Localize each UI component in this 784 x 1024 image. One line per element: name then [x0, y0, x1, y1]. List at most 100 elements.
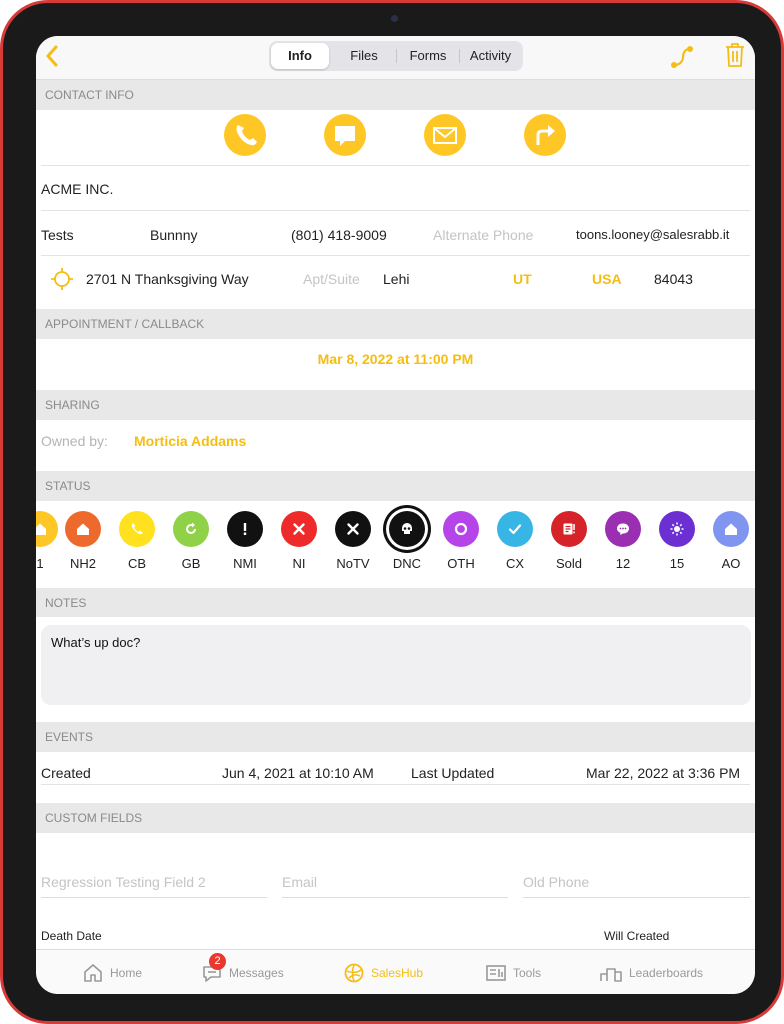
call-button[interactable] [224, 114, 266, 156]
status-label: AO [721, 556, 741, 571]
email-field[interactable]: toons.looney@salesrabb.it [576, 227, 729, 242]
tab-home[interactable]: Home [82, 951, 142, 994]
tab-leaderboards[interactable]: Leaderboards [599, 951, 703, 994]
email-button[interactable] [424, 114, 466, 156]
status-picker: 1 NH2 CB GB NMI NI NoTV DNC OTH CX Sold 12 15 AO [36, 36, 755, 994]
x-icon [293, 523, 305, 535]
screen: Info Files Forms Activity CONTACT INFO A… [36, 36, 755, 994]
last-updated-value: Mar 22, 2022 at 3:36 PM [586, 765, 741, 781]
status-cx-button[interactable] [497, 511, 533, 547]
company-field[interactable]: ACME INC. [41, 181, 113, 197]
status-cb-button[interactable] [119, 511, 155, 547]
section-header-appointment: APPOINTMENT / CALLBACK [36, 309, 755, 339]
state-select[interactable]: UT [513, 271, 532, 287]
status-gb-button[interactable] [173, 511, 209, 547]
section-header-events: EVENTS [36, 722, 755, 752]
apt-suite-field[interactable]: Apt/Suite [303, 271, 360, 287]
owner-name[interactable]: Morticia Addams [134, 433, 246, 449]
custom-email-field[interactable]: Email [282, 874, 508, 898]
first-name-field[interactable]: Tests [41, 227, 74, 243]
status-15-button[interactable] [659, 511, 695, 547]
tab-saleshub-label: SalesHub [371, 966, 424, 980]
nav-bar: Info Files Forms Activity [36, 36, 755, 80]
message-button[interactable] [324, 114, 366, 156]
status-label: CB [127, 556, 147, 571]
status-nh2-button[interactable] [65, 511, 101, 547]
status-dnc-button[interactable] [389, 511, 425, 547]
back-chevron-icon[interactable] [45, 45, 59, 67]
country-select[interactable]: USA [592, 271, 622, 287]
refresh-icon [186, 522, 196, 534]
alternate-phone-field[interactable]: Alternate Phone [433, 227, 533, 243]
status-label: GB [181, 556, 201, 571]
status-ni-button[interactable] [281, 511, 317, 547]
trash-icon[interactable] [724, 42, 746, 68]
skull-icon [402, 523, 412, 534]
status-label: NH2 [69, 556, 96, 571]
tab-messages-label: Messages [229, 966, 284, 980]
leaderboards-icon [600, 968, 622, 982]
status-label: CX [505, 556, 525, 571]
old-phone-field[interactable]: Old Phone [523, 874, 750, 898]
check-icon [508, 524, 522, 535]
status-ao-button[interactable] [713, 511, 749, 547]
status-label: NI [292, 556, 306, 571]
last-name-field[interactable]: Bunnny [150, 227, 197, 243]
status-1-button[interactable] [36, 511, 58, 547]
status-label: NMI [233, 556, 257, 571]
segmented-control: Info Files Forms Activity [269, 41, 523, 71]
envelope-icon [433, 127, 457, 144]
tab-saleshub[interactable]: SalesHub [343, 951, 423, 994]
status-label: 15 [669, 556, 685, 571]
camera [391, 15, 398, 22]
section-header-contact: CONTACT INFO [36, 80, 755, 110]
status-12-button[interactable] [605, 511, 641, 547]
home-icon [725, 523, 737, 535]
appointment-date[interactable]: Mar 8, 2022 at 11:00 PM [36, 351, 755, 367]
tab-forms[interactable]: Forms [397, 43, 459, 69]
directions-button[interactable] [524, 114, 566, 156]
sun-icon [670, 522, 684, 536]
tab-activity[interactable]: Activity [460, 43, 521, 69]
created-value: Jun 4, 2021 at 10:10 AM [222, 765, 374, 781]
section-header-sharing: SHARING [36, 390, 755, 420]
tab-info[interactable]: Info [271, 43, 329, 69]
status-oth-button[interactable] [443, 511, 479, 547]
chat-bubble-icon [335, 126, 355, 146]
owned-by-label: Owned by: [41, 433, 108, 449]
phone-field[interactable]: (801) 418-9009 [291, 227, 387, 243]
divider [41, 165, 750, 166]
tab-tools[interactable]: Tools [485, 951, 541, 994]
regression-testing-field[interactable]: Regression Testing Field 2 [41, 874, 267, 898]
notes-textarea[interactable]: What’s up doc? [41, 625, 751, 705]
status-notv-button[interactable] [335, 511, 371, 547]
divider [41, 255, 750, 256]
status-label: Sold [555, 556, 583, 571]
status-nmi-button[interactable] [227, 511, 263, 547]
phone-icon [236, 125, 257, 146]
tab-home-label: Home [110, 966, 143, 980]
tab-leaderboards-label: Leaderboards [629, 966, 704, 980]
location-target-icon[interactable] [50, 267, 74, 291]
street-field[interactable]: 2701 N Thanksgiving Way [86, 271, 249, 287]
tab-files[interactable]: Files [333, 43, 395, 69]
route-icon[interactable] [669, 44, 695, 70]
exclamation-icon [243, 523, 247, 535]
receipt-icon [563, 523, 575, 535]
status-label: 1 [36, 556, 44, 571]
home-icon [84, 964, 102, 982]
x-icon [347, 523, 359, 535]
status-sold-button[interactable] [551, 511, 587, 547]
divider [41, 784, 750, 785]
ring-icon [454, 522, 468, 536]
section-header-notes: NOTES [36, 588, 755, 617]
zip-field[interactable]: 84043 [654, 271, 693, 287]
home-icon [36, 523, 46, 535]
section-header-status: STATUS [36, 471, 755, 501]
device-frame: Info Files Forms Activity CONTACT INFO A… [0, 0, 784, 1024]
death-date-label[interactable]: Death Date [41, 929, 102, 943]
section-header-custom-fields: CUSTOM FIELDS [36, 803, 755, 833]
status-label: NoTV [336, 556, 370, 571]
city-field[interactable]: Lehi [383, 271, 409, 287]
will-created-label[interactable]: Will Created [604, 929, 669, 943]
